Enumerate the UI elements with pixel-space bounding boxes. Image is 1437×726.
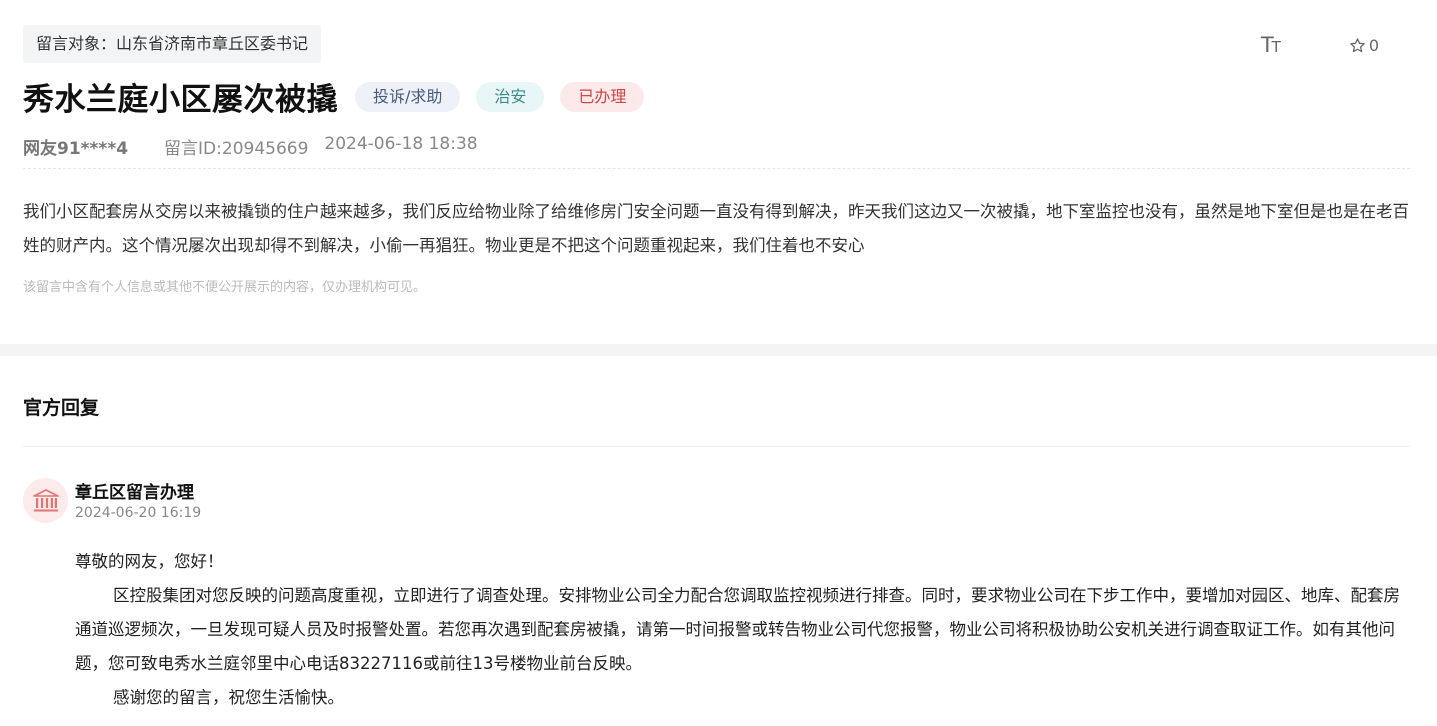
reply-org-name: 章丘区留言办理	[75, 483, 194, 503]
divider	[23, 168, 1410, 169]
reply-body: 尊敬的网友，您好！ 区控股集团对您反映的问题高度重视，立即进行了调查处理。安排物…	[75, 545, 1413, 715]
government-building-icon	[32, 488, 59, 511]
message-id: 留言ID:20945669	[164, 139, 309, 159]
star-icon	[1350, 37, 1365, 52]
toolbar: TT 0	[1261, 33, 1379, 57]
favorite-button[interactable]: 0	[1349, 36, 1379, 55]
status-badge: 已办理	[560, 81, 645, 112]
tag-topic: 治安	[476, 81, 545, 112]
privacy-notice: 该留言中含有个人信息或其他不便公开展示的内容，仅办理机构可见。	[23, 280, 427, 295]
page-title: 秀水兰庭小区屡次被撬	[23, 82, 338, 118]
tag-category: 投诉/求助	[355, 81, 461, 112]
reply-paragraph: 区控股集团对您反映的问题高度重视，立即进行了调查处理。安排物业公司全力配合您调取…	[75, 586, 1400, 673]
divider	[23, 446, 1410, 447]
message-meta: 网友91****4 留言ID:20945669 2024-06-18 18:38	[23, 134, 478, 159]
message-content: 我们小区配套房从交房以来被撬锁的住户越来越多，我们反应给物业除了给维修房门安全问…	[23, 202, 1409, 255]
message-date: 2024-06-18 18:38	[324, 134, 478, 154]
reply-closing: 感谢您的留言，祝您生活愉快。	[113, 688, 344, 707]
reply-section-title: 官方回复	[23, 397, 100, 419]
author-name: 网友91****4	[23, 139, 129, 159]
reply-date: 2024-06-20 16:19	[75, 505, 202, 521]
section-separator	[0, 344, 1437, 356]
message-target-label: 留言对象：山东省济南市章丘区委书记	[23, 25, 322, 63]
title-row: 秀水兰庭小区屡次被撬 投诉/求助 治安 已办理	[23, 74, 645, 119]
avatar	[23, 478, 68, 523]
favorite-count: 0	[1368, 35, 1379, 55]
font-size-icon[interactable]: TT	[1261, 33, 1281, 57]
reply-greeting: 尊敬的网友，您好！	[75, 552, 224, 571]
